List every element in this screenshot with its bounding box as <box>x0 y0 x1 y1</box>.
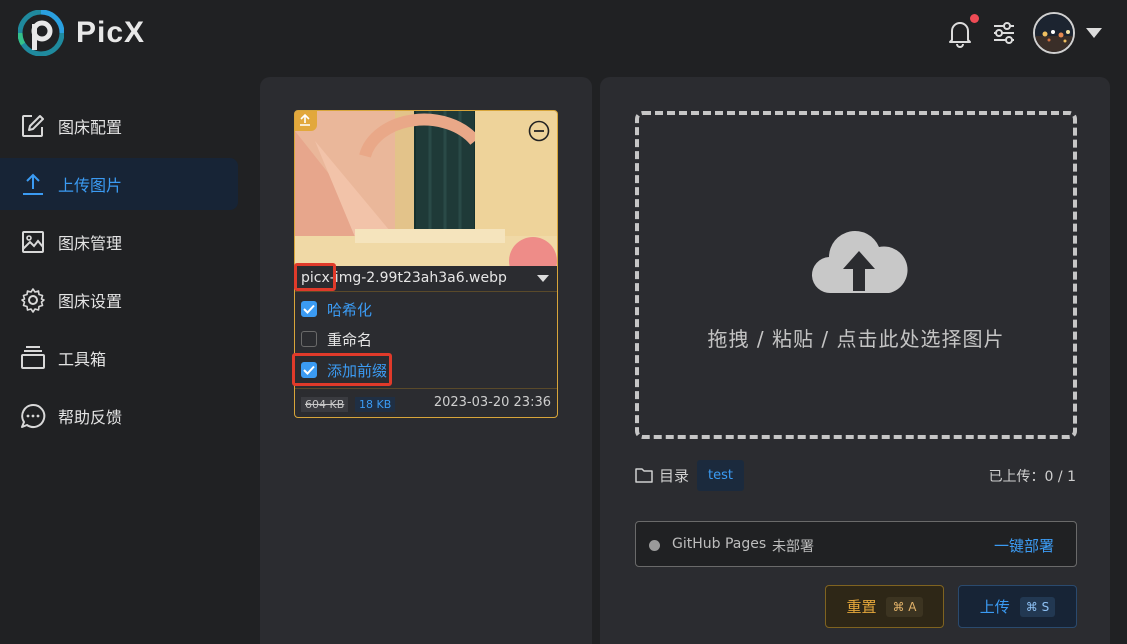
image-icon <box>22 231 44 253</box>
sidebar-item-label: 上传图片 <box>58 176 123 195</box>
picx-logo-icon <box>18 10 64 56</box>
sidebar-item-upload[interactable]: 上传图片 <box>0 158 238 210</box>
toolbox-icon <box>21 346 45 369</box>
rename-checkbox[interactable] <box>301 331 317 347</box>
sliders-icon[interactable] <box>990 18 1018 48</box>
deploy-status-dot <box>649 540 660 551</box>
highlight-box <box>294 263 336 291</box>
sidebar-item-label: 图床设置 <box>58 292 123 311</box>
sidebar-item-toolbox[interactable]: 工具箱 <box>0 332 238 384</box>
image-dropzone[interactable]: 拖拽 / 粘贴 / 点击此处选择图片 <box>635 111 1077 439</box>
option-label: 哈希化 <box>327 300 373 319</box>
deploy-button[interactable]: 一键部署 <box>994 535 1054 556</box>
option-rename[interactable]: 重命名 <box>301 327 372 351</box>
directory-row: 目录 test <box>635 459 744 491</box>
upload-status-corner <box>295 111 317 131</box>
caret-down-icon[interactable] <box>1086 28 1102 38</box>
sidebar-item-picbed-settings[interactable]: 图床设置 <box>0 274 238 326</box>
deploy-target: GitHub Pages <box>672 536 767 552</box>
upload-label: 上传 <box>979 598 1010 616</box>
upload-date: 2023-03-20 23:36 <box>433 395 551 410</box>
app-logo[interactable]: PicX <box>18 10 145 56</box>
cloud-upload-icon <box>811 231 908 294</box>
hash-checkbox[interactable] <box>301 301 317 317</box>
upload-arrow-icon <box>300 113 310 126</box>
highlight-box <box>292 353 392 386</box>
app-header: PicX <box>0 0 1127 70</box>
deploy-status: 未部署 <box>772 539 814 555</box>
directory-label: 目录 <box>659 466 690 485</box>
reset-label: 重置 <box>846 598 877 616</box>
remove-icon[interactable] <box>528 120 550 142</box>
upload-button[interactable]: 上传 ⌘ S <box>958 585 1077 628</box>
deploy-bar: GitHub Pages 未部署 一键部署 <box>635 521 1077 567</box>
notification-badge <box>970 14 979 23</box>
gear-icon <box>21 288 45 313</box>
sidebar-item-picbed-config[interactable]: 图床配置 <box>0 100 238 152</box>
option-hash[interactable]: 哈希化 <box>301 297 372 321</box>
chevron-down-icon[interactable] <box>537 275 549 282</box>
sidebar-item-help[interactable]: 帮助反馈 <box>0 390 238 442</box>
upload-icon <box>23 173 43 195</box>
reset-button[interactable]: 重置 ⌘ A <box>825 585 944 628</box>
card-footer: 604 KB 18 KB 2023-03-20 23:36 <box>295 388 557 417</box>
compressed-size: 18 KB <box>355 397 396 412</box>
check-icon <box>303 304 315 314</box>
sidebar-item-label: 图床配置 <box>58 118 123 137</box>
folder-icon <box>635 468 653 483</box>
bell-icon[interactable] <box>946 18 974 48</box>
reset-shortcut: ⌘ A <box>886 596 923 617</box>
user-avatar[interactable] <box>1033 12 1075 54</box>
sidebar-item-picbed-manage[interactable]: 图床管理 <box>0 216 238 268</box>
app-name: PicX <box>76 16 146 49</box>
edit-icon <box>22 115 44 137</box>
sidebar-item-label: 帮助反馈 <box>58 408 123 427</box>
directory-tag[interactable]: test <box>697 459 744 491</box>
sidebar-item-label: 工具箱 <box>58 350 107 369</box>
option-label: 重命名 <box>327 330 373 349</box>
sidebar-item-label: 图床管理 <box>58 234 123 253</box>
image-thumbnail[interactable] <box>295 111 557 266</box>
upload-count: 已上传：0 / 1 <box>988 469 1076 485</box>
chat-icon <box>21 403 46 428</box>
upload-shortcut: ⌘ S <box>1019 596 1056 617</box>
dropzone-text: 拖拽 / 粘贴 / 点击此处选择图片 <box>707 327 1005 351</box>
original-size: 604 KB <box>301 397 349 412</box>
